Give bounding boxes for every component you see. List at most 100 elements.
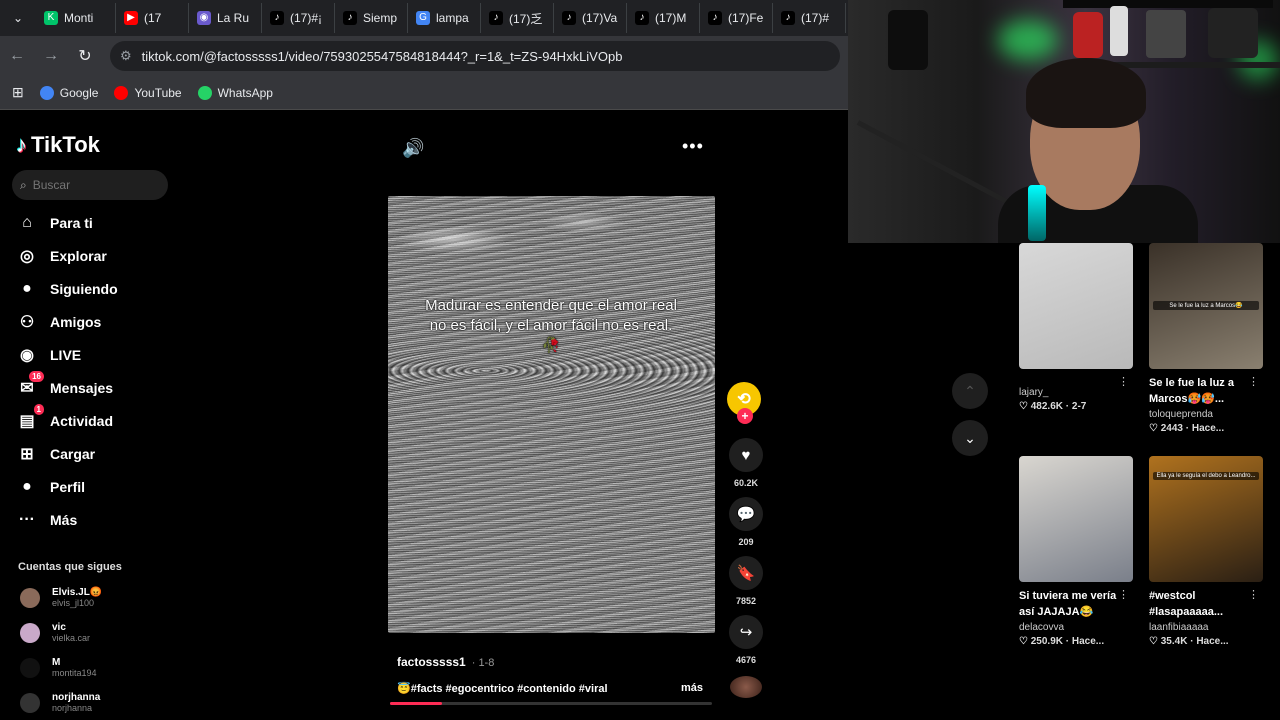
comment-action[interactable]: 💬 209 — [727, 497, 765, 547]
volume-icon[interactable]: 🔊 — [402, 138, 424, 159]
following-username: montita194 — [52, 668, 97, 678]
following-text: norjhanna norjhanna — [52, 692, 100, 713]
bookmark-item[interactable]: Google — [39, 85, 99, 100]
card-menu-icon[interactable]: ⋮ — [1248, 375, 1259, 388]
browser-tab[interactable]: K Monti — [36, 3, 116, 33]
notification-badge: 16 — [29, 371, 44, 382]
tiktok-logo[interactable]: ♪ TikTok — [16, 132, 100, 158]
recommended-video-card[interactable]: ⋮ lajary_ ♡ 482.6K · 2-7 — [1019, 243, 1133, 412]
sidebar-item[interactable]: ⚇ Amigos — [16, 311, 102, 333]
sidebar-item[interactable]: ▤ 1 Actividad — [16, 404, 113, 432]
next-video-button[interactable]: ⌄ — [952, 420, 988, 456]
bookmark-label: WhatsApp — [217, 85, 273, 100]
browser-tab[interactable]: ♪ (17)乏 — [481, 3, 554, 33]
sidebar-item[interactable]: ··· Más — [16, 509, 77, 531]
sidebar-item-label: Más — [50, 512, 78, 528]
more-link[interactable]: más — [681, 682, 703, 695]
recommended-video-card[interactable]: Ella ya le seguía el debo a Leandro... ⋮ #… — [1149, 456, 1263, 647]
following-account[interactable]: Elvis.JL😡 elvis_jl100 — [20, 587, 102, 608]
card-author[interactable]: toloqueprenda — [1149, 409, 1263, 420]
browser-tab[interactable]: ♪ (17)Fe — [700, 3, 773, 33]
back-button[interactable]: ← — [0, 47, 34, 65]
browser-tab[interactable]: Glampa — [408, 3, 481, 33]
video-progress-bar[interactable] — [390, 702, 712, 705]
comment-icon[interactable]: 💬 — [729, 497, 763, 531]
webcam-overlay — [848, 0, 1280, 243]
card-author[interactable]: delacovva — [1019, 622, 1133, 633]
sidebar-item[interactable]: ⌂ Para ti — [16, 212, 93, 234]
tab-label: (17)# — [801, 11, 830, 25]
share-action[interactable]: ↪ 4676 — [727, 615, 765, 665]
video-player[interactable] — [388, 196, 715, 633]
browser-tab[interactable]: ♪ (17)# — [773, 3, 846, 33]
card-title: Si tuviera me vería así JAJAJA😂 — [1019, 590, 1117, 618]
following-text: vic vielka.car — [52, 622, 90, 643]
browser-tab[interactable]: ♪ Siemp — [335, 3, 408, 33]
sidebar-item[interactable]: ◎ Explorar — [16, 245, 107, 267]
bookmark-item[interactable]: WhatsApp — [197, 85, 273, 100]
recommended-video-card[interactable]: Se le fue la luz a Marcos😂 ⋮ Se le fue la … — [1149, 243, 1263, 434]
music-disc-icon[interactable] — [730, 676, 762, 698]
previous-video-button[interactable]: ⌃ — [952, 373, 988, 409]
chevron-down-icon: ⌄ — [964, 429, 976, 446]
site-info-icon[interactable]: ⚙ — [120, 48, 132, 64]
tiktok-note-icon: ♪ — [16, 132, 27, 157]
tab-label: Monti — [64, 11, 94, 25]
browser-tab[interactable]: ▶ (17 — [116, 3, 189, 33]
browser-tab-bar: ⌄ K Monti ▶ (17 ◉ La Ru ♪ (17)#¡ ♪ Siemp Glampa ♪ (1… — [0, 0, 848, 36]
forward-button[interactable]: → — [34, 47, 68, 65]
search-box[interactable]: ⌕ — [12, 170, 168, 200]
chevron-down-icon: ⌄ — [12, 11, 24, 25]
video-thumbnail[interactable]: Se le fue la luz a Marcos😂 — [1149, 243, 1263, 369]
bookmark-item[interactable]: YouTube — [114, 85, 182, 100]
card-menu-icon[interactable]: ⋮ — [1248, 588, 1259, 601]
follow-plus-button[interactable]: + — [737, 408, 753, 424]
card-menu-icon[interactable]: ⋮ — [1118, 588, 1129, 601]
recommended-video-card[interactable]: ⋮ Si tuviera me vería así JAJAJA😂 delacovv… — [1019, 456, 1133, 647]
following-name: vic — [52, 622, 66, 633]
tab-label: Siemp — [363, 11, 398, 25]
bookmarks-bar: ⊞ Google YouTube WhatsApp — [0, 76, 848, 110]
browser-tab[interactable]: ◉ La Ru — [189, 3, 262, 33]
url-input[interactable]: ⚙ tiktok.com/@factosssss1/video/75930255… — [110, 41, 840, 71]
video-author[interactable]: factosssss1 — [397, 655, 466, 669]
apps-grid-icon[interactable]: ⊞ — [12, 84, 24, 101]
search-icon: ⌕ — [20, 177, 27, 192]
sidebar-item[interactable]: ✉ 16 Mensajes — [16, 371, 113, 399]
compass-icon: ◎ — [16, 245, 38, 267]
following-account[interactable]: vic vielka.car — [20, 622, 90, 643]
card-menu-icon[interactable]: ⋮ — [1118, 375, 1129, 388]
share-icon[interactable]: ↪ — [729, 615, 763, 649]
like-icon[interactable]: ♥ — [729, 438, 763, 472]
sidebar-item[interactable]: ● Siguiendo — [16, 278, 118, 300]
sidebar-item-label: Siguiendo — [50, 281, 118, 297]
more-options-icon[interactable]: ••• — [682, 136, 704, 157]
tab-search-button[interactable]: ⌄ — [0, 3, 36, 33]
sidebar-item[interactable]: ◉ LIVE — [16, 344, 81, 366]
sidebar-item[interactable]: ● Perfil — [16, 476, 85, 498]
bookmark-action[interactable]: 🔖 7852 — [727, 556, 765, 606]
browser-tab[interactable]: ♪ (17)M — [627, 3, 700, 33]
video-thumbnail[interactable] — [1019, 456, 1133, 582]
browser-tab[interactable]: ♪ (17)#¡ — [262, 3, 335, 33]
card-author[interactable]: laanfibiaaaaa — [1149, 622, 1263, 633]
video-description-row: 😇#facts #egocentrico #contenido #viral m… — [397, 682, 703, 695]
search-input[interactable] — [32, 178, 153, 192]
nav-glyph: ⌂ — [22, 214, 32, 231]
browser-tab[interactable]: ♪ (17)Va — [554, 3, 627, 33]
avatar — [20, 657, 40, 678]
sidebar-item[interactable]: ⊞ Cargar — [16, 443, 95, 465]
bookmark-icon[interactable]: 🔖 — [729, 556, 763, 590]
following-title: Cuentas que sigues — [18, 561, 122, 573]
card-author[interactable]: lajary_ — [1019, 387, 1133, 398]
bookmark-label: Google — [59, 85, 99, 100]
tab-label: (17)乏 — [509, 11, 543, 26]
following-account[interactable]: norjhanna norjhanna — [20, 692, 100, 713]
url-text: tiktok.com/@factosssss1/video/7593025547… — [141, 48, 623, 64]
following-account[interactable]: Mmontita194 — [20, 657, 97, 678]
like-action[interactable]: ♥ 60.2K — [727, 438, 765, 488]
video-thumbnail[interactable]: Ella ya le seguía el debo a Leandro... — [1149, 456, 1263, 582]
tab-favicon-icon: G — [416, 11, 430, 25]
reload-button[interactable]: ↻ — [68, 46, 102, 66]
video-thumbnail[interactable] — [1019, 243, 1133, 369]
